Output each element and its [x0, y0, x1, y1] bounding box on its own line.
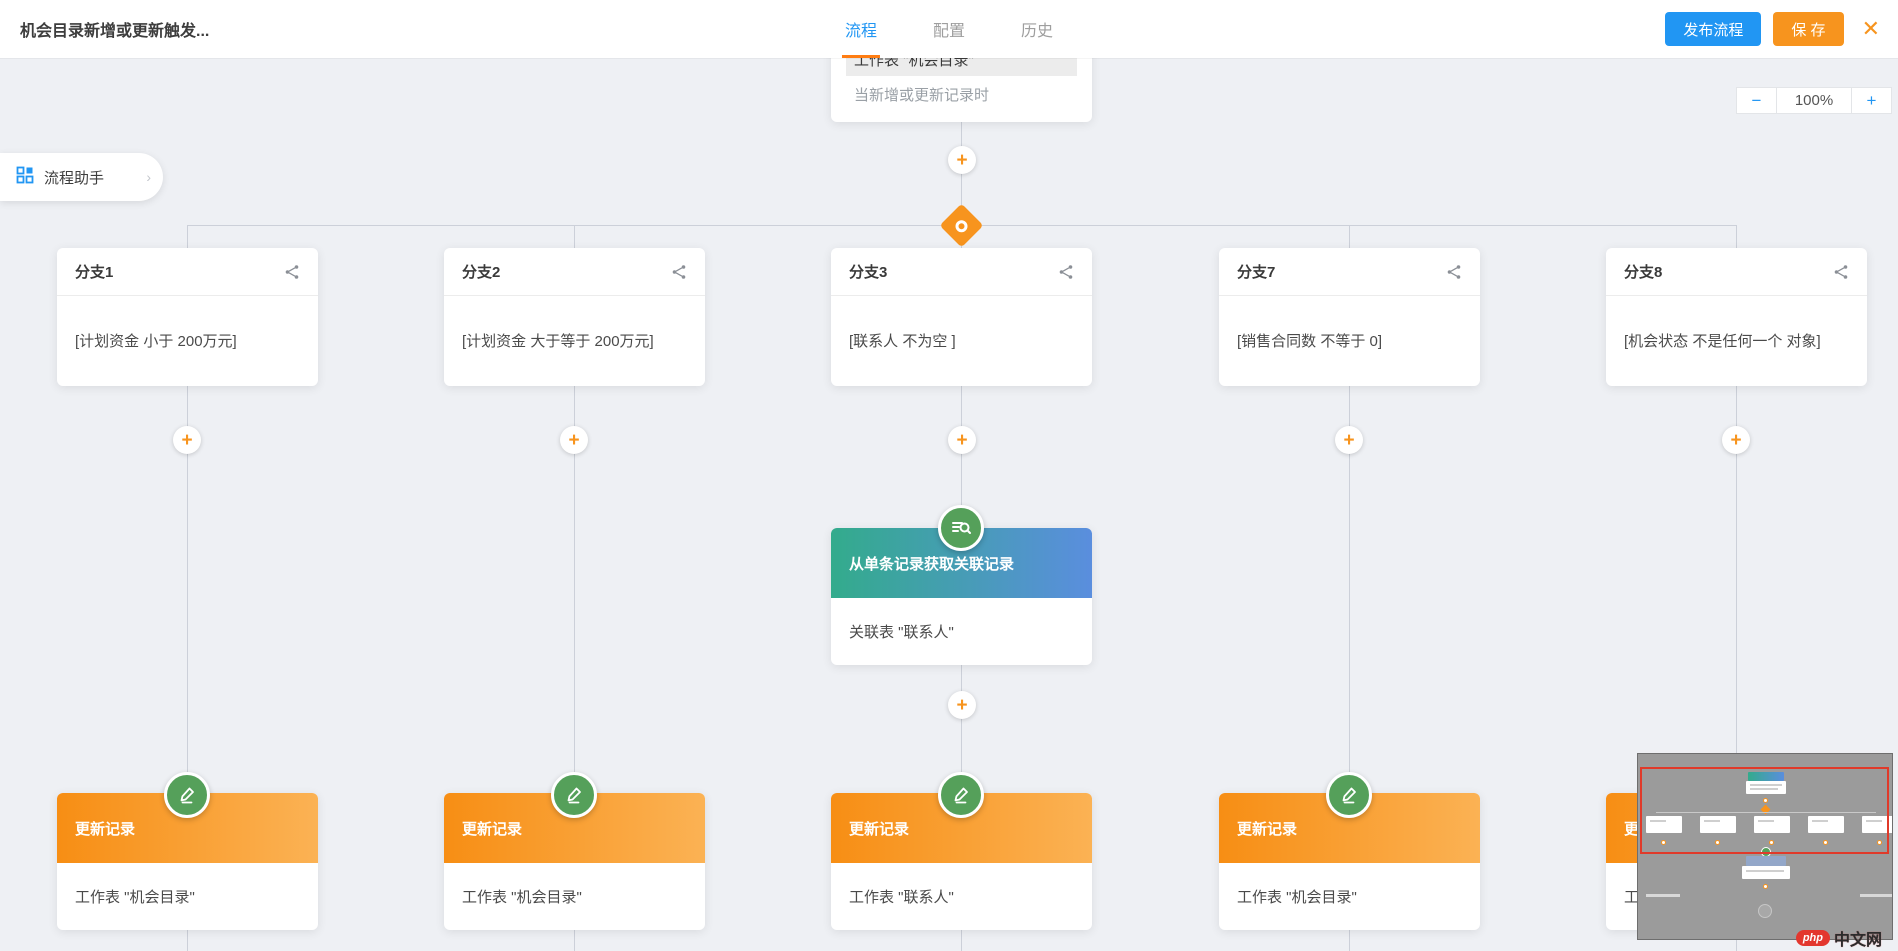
minimap[interactable] — [1637, 753, 1893, 940]
workflow-title: 机会目录新增或更新触发... — [20, 0, 209, 58]
trigger-description: 当新增或更新记录时 — [854, 84, 989, 105]
add-node-button[interactable]: + — [948, 691, 976, 719]
zoom-in-button[interactable]: + — [1851, 87, 1892, 114]
branch-title: 分支1 — [75, 261, 284, 282]
minimap-viewport[interactable] — [1640, 767, 1889, 854]
save-button[interactable]: 保 存 — [1773, 12, 1843, 46]
branch-card-7[interactable]: 分支7 [销售合同数 不等于 0] — [1219, 248, 1480, 386]
close-icon[interactable]: ✕ — [1862, 18, 1880, 40]
share-branch-icon[interactable] — [671, 264, 687, 280]
node-detail: 工作表 "机会目录" — [57, 863, 318, 930]
tab-history[interactable]: 历史 — [1021, 0, 1053, 58]
gateway-ring — [953, 217, 970, 234]
add-node-button[interactable]: + — [560, 426, 588, 454]
minimap-node — [1746, 856, 1786, 866]
toolbar-tabs: 流程 配置 历史 — [845, 0, 1053, 58]
top-toolbar: 机会目录新增或更新触发... 流程 配置 历史 发布流程 保 存 ✕ — [0, 0, 1898, 58]
edit-record-icon — [1326, 772, 1372, 818]
node-detail: 工作表 "机会目录" — [444, 863, 705, 930]
edit-record-icon — [164, 772, 210, 818]
watermark: php 中文网 — [1796, 926, 1882, 950]
branch-title: 分支8 — [1624, 261, 1833, 282]
chevron-right-icon: › — [146, 169, 151, 185]
flow-canvas[interactable]: 工作表 "机会目录" 当新增或更新记录时 + 分支1 [计划资金 小于 200万… — [0, 0, 1898, 951]
add-node-button[interactable]: + — [1722, 426, 1750, 454]
minimap-node-clipped — [1860, 894, 1893, 897]
branch-title: 分支7 — [1237, 261, 1446, 282]
branch-title: 分支2 — [462, 261, 671, 282]
share-branch-icon[interactable] — [1833, 264, 1849, 280]
branch-condition: [计划资金 小于 200万元] — [57, 296, 318, 385]
branch-condition: [机会状态 不是任何一个 对象] — [1606, 296, 1867, 385]
minimap-dot — [1763, 884, 1768, 889]
add-node-button[interactable]: + — [1335, 426, 1363, 454]
branch-card-1[interactable]: 分支1 [计划资金 小于 200万元] — [57, 248, 318, 386]
branch-card-3[interactable]: 分支3 [联系人 不为空 ] — [831, 248, 1092, 386]
minimap-node — [1742, 866, 1790, 879]
branch-card-8[interactable]: 分支8 [机会状态 不是任何一个 对象] — [1606, 248, 1867, 386]
add-node-button[interactable]: + — [948, 146, 976, 174]
branch-condition: [销售合同数 不等于 0] — [1219, 296, 1480, 385]
active-tab-underline — [842, 55, 880, 58]
branch-condition: [联系人 不为空 ] — [831, 296, 1092, 385]
add-node-button[interactable]: + — [173, 426, 201, 454]
grid-icon — [16, 166, 34, 189]
flow-assistant-button[interactable]: 流程助手 › — [0, 153, 163, 201]
branch-condition: [计划资金 大于等于 200万元] — [444, 296, 705, 385]
minimap-node-clipped — [1646, 894, 1680, 897]
node-detail: 工作表 "联系人" — [831, 863, 1092, 930]
branch-card-2[interactable]: 分支2 [计划资金 大于等于 200万元] — [444, 248, 705, 386]
zoom-level: 100% — [1777, 87, 1851, 114]
add-node-button[interactable]: + — [948, 426, 976, 454]
node-detail: 关联表 "联系人" — [831, 598, 1092, 665]
zoom-control: − 100% + — [1736, 87, 1892, 114]
flow-assistant-label: 流程助手 — [44, 167, 146, 188]
php-badge: php — [1796, 930, 1830, 946]
tab-config[interactable]: 配置 — [933, 0, 965, 58]
share-branch-icon[interactable] — [1058, 264, 1074, 280]
publish-flow-button[interactable]: 发布流程 — [1665, 12, 1761, 46]
branch-title: 分支3 — [849, 261, 1058, 282]
edit-record-icon — [938, 772, 984, 818]
zoom-out-button[interactable]: − — [1736, 87, 1777, 114]
search-records-icon — [938, 505, 984, 551]
node-detail: 工作表 "机会目录" — [1219, 863, 1480, 930]
watermark-text: 中文网 — [1834, 926, 1882, 950]
tab-flow[interactable]: 流程 — [845, 0, 877, 58]
branch-gateway-icon[interactable] — [940, 204, 984, 248]
share-branch-icon[interactable] — [1446, 264, 1462, 280]
share-branch-icon[interactable] — [284, 264, 300, 280]
minimap-end-node — [1758, 904, 1772, 918]
edit-record-icon — [551, 772, 597, 818]
